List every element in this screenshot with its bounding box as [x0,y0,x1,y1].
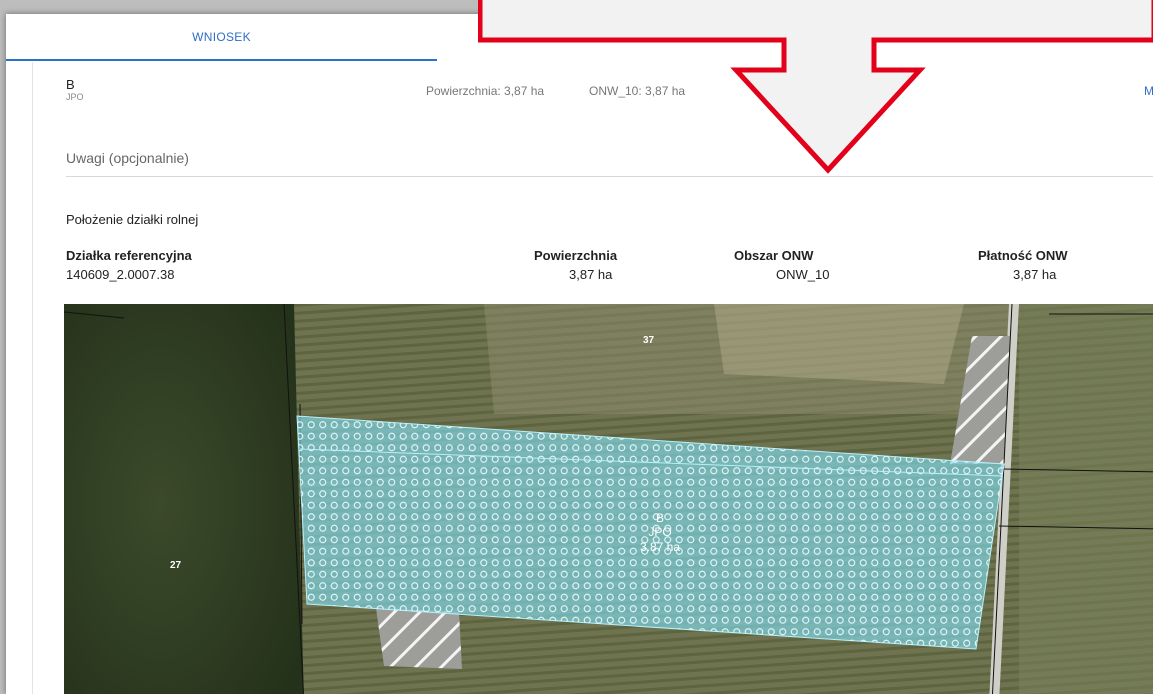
map-canvas: 37 27 B JPO 3.87 ha [64,304,1153,694]
parcel-label: 27 [170,560,182,571]
cell-parcel: 140609_2.0007.38 [66,267,175,282]
field-right [1019,304,1153,694]
col-header-area: Powierzchnia [534,248,618,263]
cell-onw-area: ONW_10 [776,267,830,282]
cell-area: 3,87 ha [569,267,613,282]
tab-wniosek[interactable]: WNIOSEK [6,14,437,60]
map-view[interactable]: 37 27 B JPO 3.87 ha [64,304,1153,694]
active-tab-indicator [6,59,437,61]
notes-placeholder: Uwagi (opcjonalnie) [66,150,189,166]
field-sand [714,304,964,384]
callout-arrow [478,0,1153,174]
polygon-label-area: 3.87 ha [640,540,680,554]
col-header-parcel: Działka referencyjna [66,248,192,263]
col-header-onw-payment: Płatność ONW [978,248,1068,263]
plot-type: JPO [66,92,84,102]
polygon-label-name: B [656,511,664,525]
divider [32,62,33,694]
cell-onw-payment: 3,87 ha [1013,267,1057,282]
forest-area [64,304,304,694]
col-header-onw-area: Obszar ONW [734,248,814,263]
hatched-area [376,608,462,669]
parcel-label: 37 [643,335,655,346]
polygon-label-type: JPO [648,525,671,539]
section-title: Położenie działki rolnej [66,212,199,227]
plot-name: B [66,77,75,92]
